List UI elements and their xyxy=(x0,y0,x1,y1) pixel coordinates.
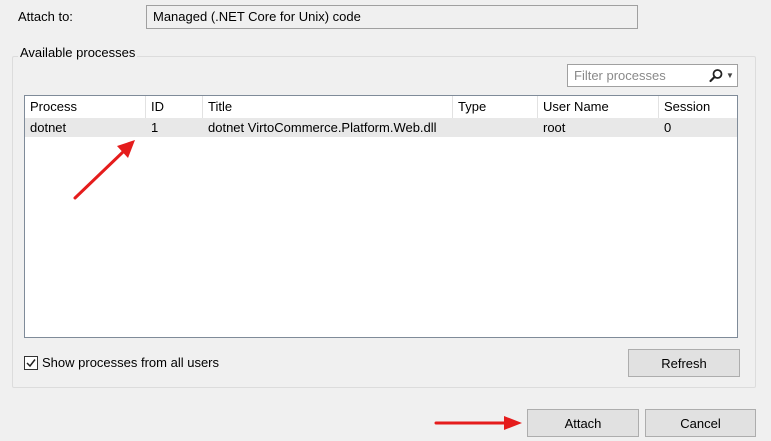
table-row[interactable]: dotnet 1 dotnet VirtoCommerce.Platform.W… xyxy=(25,118,737,137)
process-list[interactable]: Process ID Title Type User Name Session … xyxy=(24,95,738,338)
attach-to-label: Attach to: xyxy=(18,9,73,24)
cell-id: 1 xyxy=(151,120,159,135)
checkmark-icon xyxy=(26,359,36,368)
column-header-user-name[interactable]: User Name xyxy=(538,96,659,118)
attach-button[interactable]: Attach xyxy=(527,409,639,437)
column-header-id[interactable]: ID xyxy=(146,96,203,118)
cell-session: 0 xyxy=(664,120,672,135)
cell-type xyxy=(453,118,538,137)
chevron-down-icon[interactable]: ▼ xyxy=(726,71,734,81)
cell-user-name: root xyxy=(543,120,566,135)
refresh-button[interactable]: Refresh xyxy=(628,349,740,377)
attach-to-field[interactable]: Managed (.NET Core for Unix) code xyxy=(146,5,638,29)
filter-processes-input[interactable] xyxy=(568,65,700,86)
cell-title: dotnet VirtoCommerce.Platform.Web.dll xyxy=(208,120,437,135)
filter-processes-box: ▼ xyxy=(567,64,738,87)
annotation-arrow-to-attach xyxy=(434,416,522,430)
column-header-type[interactable]: Type xyxy=(453,96,538,118)
column-header-session[interactable]: Session xyxy=(659,96,737,118)
search-icon[interactable] xyxy=(708,68,724,84)
show-all-users-checkbox[interactable] xyxy=(24,356,38,370)
column-header-title[interactable]: Title xyxy=(203,96,453,118)
available-processes-label: Available processes xyxy=(18,45,138,61)
show-all-users-label[interactable]: Show processes from all users xyxy=(42,355,219,371)
column-header-process[interactable]: Process xyxy=(25,96,146,118)
cancel-button[interactable]: Cancel xyxy=(645,409,756,437)
cell-process: dotnet xyxy=(30,120,67,135)
